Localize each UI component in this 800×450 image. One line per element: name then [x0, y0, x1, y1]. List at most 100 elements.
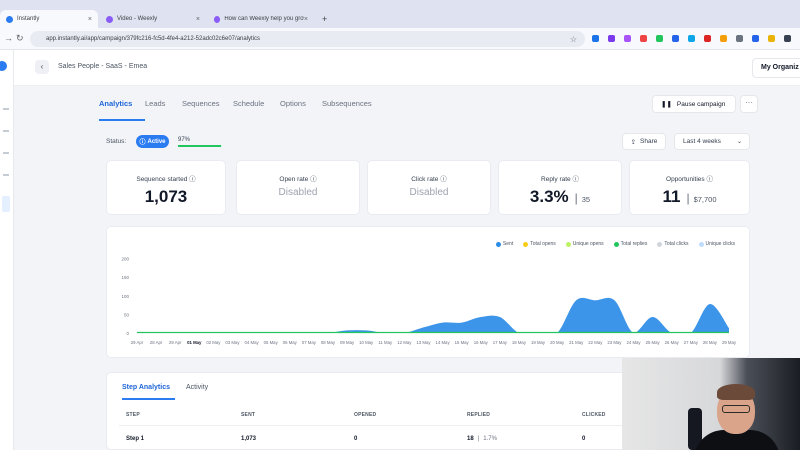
new-tab-button[interactable]: + [316, 10, 330, 28]
column-header-clicked: CLICKED [582, 412, 606, 418]
x-tick-label: 12 May [397, 340, 412, 345]
area-chart[interactable]: 0 50 100 150 200 29 Apr 28 Apr 29 Apr 01 May 02 M… [107, 227, 751, 359]
extension-icon[interactable] [704, 35, 711, 42]
reload-icon[interactable]: ↻ [16, 33, 24, 44]
cell-opened: 0 [354, 436, 358, 442]
back-button[interactable]: ‹ [35, 60, 49, 74]
extension-icon[interactable] [768, 35, 775, 42]
x-tick-label: 26 May [665, 340, 680, 345]
active-tab-indicator [99, 119, 145, 121]
x-tick-label: 14 May [436, 340, 451, 345]
extension-icon[interactable] [720, 35, 727, 42]
extension-icon[interactable] [672, 35, 679, 42]
x-tick-label: 05 May [264, 340, 279, 345]
x-tick-label: 20 May [550, 340, 565, 345]
x-tick-label: 29 Apr [169, 340, 182, 345]
tab-schedule[interactable]: Schedule [233, 99, 264, 108]
extension-icon[interactable] [656, 35, 663, 42]
metric-value-row: 11 | $7,700 [630, 187, 749, 207]
sidebar-item-icon[interactable] [3, 108, 9, 110]
sidebar-item-icon[interactable] [3, 152, 9, 154]
metric-value: Disabled [278, 187, 318, 198]
tab-subsequences[interactable]: Subsequences [322, 99, 372, 108]
x-tick-label: 22 May [588, 340, 603, 345]
progress-fill [178, 145, 221, 147]
column-header-step: STEP [126, 412, 140, 418]
status-badge[interactable]: ⓘ Active [136, 135, 169, 148]
series-sent-area[interactable] [137, 297, 729, 333]
share-label: Share [640, 138, 658, 145]
share-button[interactable]: ⇪ Share [622, 133, 666, 150]
x-tick-label: 21 May [569, 340, 584, 345]
date-range-select[interactable]: Last 4 weeks ⌄ [674, 133, 750, 150]
x-tick-label: 02 May [206, 340, 221, 345]
pause-campaign-button[interactable]: ❚❚ Pause campaign [652, 95, 736, 113]
address-bar[interactable]: app.instantly.ai/app/campaign/379fc216-f… [30, 31, 585, 47]
tab-options[interactable]: Options [280, 99, 306, 108]
x-tick-label: 09 May [340, 340, 355, 345]
x-tick-label: 27 May [684, 340, 699, 345]
cell-step[interactable]: Step 1 [126, 436, 144, 442]
page-header: ‹ Sales People - SaaS - Emea My Organiz [14, 50, 800, 86]
app-sidebar [0, 50, 14, 450]
metric-label: Opportunities ⓘ [666, 176, 713, 183]
extension-icon[interactable] [784, 35, 791, 42]
tab-step-analytics[interactable]: Step Analytics [122, 384, 170, 391]
browser-toolbar: → ↻ app.instantly.ai/app/campaign/379fc2… [0, 28, 800, 50]
extension-icon[interactable] [592, 35, 599, 42]
column-header-opened: OPENED [354, 412, 377, 418]
weexly-favicon-icon [106, 15, 113, 23]
weexly-favicon-icon [214, 15, 221, 23]
bookmark-star-icon[interactable]: ☆ [570, 35, 577, 44]
extension-icon[interactable] [688, 35, 695, 42]
analytics-chart-card: Sent Total opens Unique opens Total repl… [106, 226, 750, 358]
tab-leads[interactable]: Leads [145, 99, 165, 108]
tab-activity[interactable]: Activity [186, 384, 208, 391]
x-tick-label: 25 May [646, 340, 661, 345]
close-tab-icon[interactable]: × [88, 16, 92, 23]
close-tab-icon[interactable]: × [196, 16, 200, 23]
x-tick-label: 13 May [416, 340, 431, 345]
progress-text: 97% [178, 137, 191, 143]
metric-card-sequence-started: Sequence started ⓘ 1,073 [106, 160, 226, 215]
extension-icon[interactable] [608, 35, 615, 42]
pause-label: Pause campaign [676, 100, 726, 108]
y-tick-label: 50 [124, 312, 130, 317]
tab-sequences[interactable]: Sequences [182, 99, 220, 108]
x-tick-label: 19 May [531, 340, 546, 345]
cell-clicked: 0 [582, 436, 586, 442]
extension-icon[interactable] [640, 35, 647, 42]
more-options-button[interactable]: ··· [740, 95, 758, 113]
webcam-person-hair [717, 384, 755, 400]
x-tick-label: 08 May [321, 340, 336, 345]
extension-icon[interactable] [752, 35, 759, 42]
step-analytics-card: Step Analytics Activity STEP SENT OPENED… [106, 372, 646, 450]
x-tick-label: 29 May [722, 340, 737, 345]
browser-tab-weexly[interactable]: How can Weexly help you grow... × [208, 10, 314, 28]
divider: | [686, 191, 690, 205]
x-tick-label: 17 May [493, 340, 508, 345]
sidebar-active-indicator [2, 196, 10, 212]
progress-bar [178, 145, 222, 147]
y-tick-label: 100 [121, 294, 129, 299]
column-header-sent: SENT [241, 412, 256, 418]
tab-title: Instantly [17, 16, 40, 22]
sidebar-item-icon[interactable] [3, 130, 9, 132]
organization-button[interactable]: My Organiz [752, 58, 800, 78]
extension-icon[interactable] [624, 35, 631, 42]
metric-label: Open rate ⓘ [279, 176, 317, 183]
extension-icon[interactable] [736, 35, 743, 42]
campaign-tabs: Analytics Leads Sequences Schedule Optio… [14, 86, 800, 124]
y-tick-label: 0 [126, 331, 129, 336]
y-tick-label: 150 [121, 275, 129, 280]
cell-sent: 1,073 [241, 436, 257, 442]
forward-icon[interactable]: → [4, 33, 13, 43]
divider: | [574, 191, 578, 205]
browser-tab-video[interactable]: Video - Weexly × [100, 10, 206, 28]
tab-analytics[interactable]: Analytics [99, 99, 132, 108]
active-tab-indicator [122, 398, 175, 400]
x-tick-label: 11 May [378, 340, 393, 345]
close-tab-icon[interactable]: × [304, 16, 308, 23]
browser-tab-instantly[interactable]: Instantly × [0, 10, 98, 28]
sidebar-item-icon[interactable] [3, 174, 9, 176]
